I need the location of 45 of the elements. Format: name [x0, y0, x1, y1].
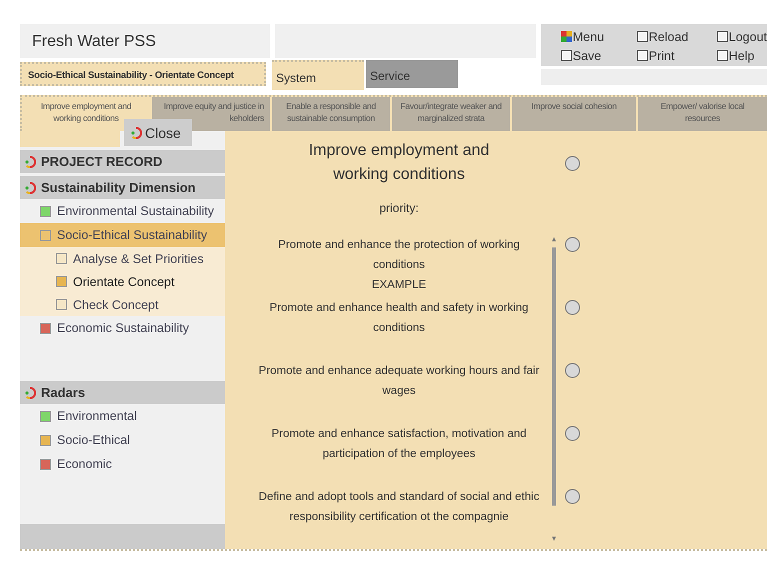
radio-button[interactable]: [565, 237, 580, 252]
sidebar-subitem[interactable]: Check Concept: [20, 293, 225, 316]
radio-button[interactable]: [565, 300, 580, 315]
criterion-text: Promote and enhance the protection of working conditions EXAMPLE: [277, 238, 521, 293]
tab[interactable]: Service: [366, 60, 458, 88]
tab[interactable]: Enable a responsible and sustainable consumption: [272, 97, 390, 131]
app-title: Fresh Water PSS: [20, 24, 270, 58]
section-header[interactable]: PROJECT RECORD: [20, 150, 225, 174]
sidebar-subitem[interactable]: Orientate Concept: [20, 270, 225, 294]
radio-button[interactable]: [565, 489, 580, 504]
tab[interactable]: Empower/ valorise local resources: [638, 97, 767, 131]
priority-label: priority:: [378, 200, 420, 217]
section-header[interactable]: Radars: [20, 381, 225, 404]
section-header[interactable]: Sustainability Dimension: [20, 176, 225, 200]
checkbox[interactable]: [636, 50, 648, 61]
close-popup-menu[interactable]: Close: [124, 119, 192, 146]
menu-icon[interactable]: [560, 31, 572, 42]
status-ring-icon: [24, 156, 36, 168]
radio-button[interactable]: [565, 363, 580, 378]
menu-link[interactable]: Save: [572, 48, 602, 62]
radio-button[interactable]: [565, 426, 580, 441]
tab[interactable]: Favour/integrate weaker and marginalized strata: [392, 97, 510, 131]
sidebar-subitem[interactable]: Analyse & Set Priorities: [20, 247, 225, 270]
criterion-text: Promote and enhance adequate working hours and fair wages: [258, 364, 540, 399]
status-ring-icon: [24, 386, 36, 399]
radio-button[interactable]: [565, 156, 580, 170]
menu-link[interactable]: Help: [728, 48, 754, 62]
criterion-text: Promote and enhance satisfaction, motivation and participation of the employees: [270, 427, 528, 462]
checkbox[interactable]: [716, 50, 728, 61]
status-ring-icon: [24, 182, 36, 194]
criterion-text: Define and adopt tools and standard of social and ethic responsibility certification ot the compagnie: [258, 490, 540, 525]
tab[interactable]: Improve social cohesion: [512, 97, 636, 131]
menu-link[interactable]: Print: [648, 48, 674, 62]
heading: Improve employment and working conditions: [308, 141, 490, 185]
menu-link[interactable]: Menu: [572, 30, 604, 44]
criterion-text: Promote and enhance health and safety in working conditions: [268, 301, 530, 336]
breadcrumb: Socio-Ethical Sustainability - Orientate Concept: [20, 62, 266, 86]
sidebar-item[interactable]: Socio-Ethical Sustainability: [20, 223, 225, 248]
checkbox[interactable]: [716, 31, 728, 42]
status-ring-icon: [130, 126, 142, 138]
tab[interactable]: System: [272, 60, 364, 90]
checkbox[interactable]: [636, 31, 648, 42]
menu-link[interactable]: Logout: [728, 30, 767, 44]
menu-link[interactable]: Reload: [648, 30, 688, 44]
checkbox[interactable]: [560, 50, 572, 61]
